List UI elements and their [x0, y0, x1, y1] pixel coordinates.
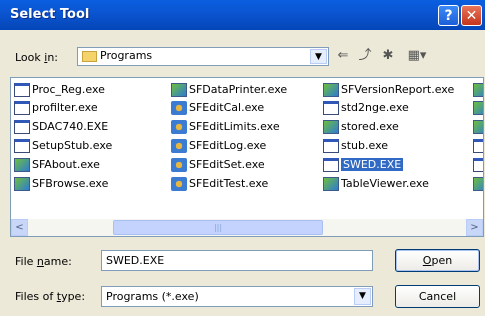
filename-value: SWED.EXE — [106, 254, 165, 267]
filename-label: File name: — [15, 255, 72, 268]
list-item-partial[interactable] — [473, 118, 483, 136]
chevron-down-icon[interactable]: ▼ — [354, 288, 371, 305]
list-item[interactable]: std2nge.exe — [323, 99, 409, 117]
scroll-left-button[interactable]: < — [11, 219, 28, 236]
list-item[interactable]: SetupStub.exe — [14, 137, 112, 155]
up-folder-icon[interactable]: ⤴ — [355, 47, 375, 65]
lookin-combo[interactable]: Programs ▼ — [77, 47, 329, 66]
lookin-value: Programs — [100, 49, 153, 62]
program-icon — [473, 101, 483, 115]
exe-icon — [473, 158, 483, 172]
list-item-partial[interactable] — [473, 81, 483, 99]
list-item[interactable]: SFEditLimits.exe — [171, 118, 280, 136]
list-item[interactable]: SFDataPrinter.exe — [171, 81, 287, 99]
list-item[interactable]: SFVersionReport.exe — [323, 81, 454, 99]
help-button[interactable]: ? — [438, 5, 459, 26]
tool-icon — [171, 158, 187, 172]
tool-icon — [171, 139, 187, 153]
filetype-select[interactable]: Programs (*.exe) ▼ — [101, 286, 373, 307]
list-item[interactable]: SFEditCal.exe — [171, 99, 264, 117]
open-button[interactable]: Open — [395, 249, 480, 272]
exe-icon — [323, 158, 339, 172]
window-title: Select Tool — [10, 7, 90, 22]
list-item[interactable]: SFBrowse.exe — [14, 175, 108, 193]
folder-icon — [82, 51, 97, 62]
exe-icon — [323, 139, 339, 153]
exe-icon — [14, 83, 30, 97]
list-item-partial[interactable] — [473, 175, 483, 193]
report-icon — [323, 83, 339, 97]
chevron-down-icon[interactable]: ▼ — [310, 49, 327, 64]
program-icon — [323, 120, 339, 134]
exe-icon — [14, 101, 30, 115]
list-item-partial[interactable] — [473, 156, 483, 174]
exe-icon — [14, 120, 30, 134]
list-item[interactable]: profilter.exe — [14, 99, 98, 117]
program-icon — [14, 177, 30, 191]
scroll-right-button[interactable]: > — [466, 219, 483, 236]
viewer-icon — [323, 177, 339, 191]
list-item[interactable]: stored.exe — [323, 118, 399, 136]
list-item[interactable]: Proc_Reg.exe — [14, 81, 105, 99]
exe-icon — [14, 139, 30, 153]
list-item[interactable]: SFEditTest.exe — [171, 175, 268, 193]
close-button[interactable]: ✕ — [461, 5, 482, 26]
list-item[interactable]: stub.exe — [323, 137, 388, 155]
cancel-button[interactable]: Cancel — [395, 285, 480, 308]
list-item[interactable]: SFAbout.exe — [14, 156, 100, 174]
program-icon — [14, 158, 30, 172]
new-folder-icon[interactable]: ✱ — [378, 47, 398, 65]
list-item-partial[interactable] — [473, 99, 483, 117]
exe-icon — [323, 101, 339, 115]
program-icon — [473, 120, 483, 134]
program-icon — [473, 177, 483, 191]
list-item[interactable]: SFEditLog.exe — [171, 137, 266, 155]
list-item-partial[interactable] — [473, 137, 483, 155]
printer-icon — [171, 83, 187, 97]
lookin-label: Look in: — [15, 51, 59, 64]
list-item[interactable]: SFEditSet.exe — [171, 156, 265, 174]
title-bar: Select Tool ? ✕ — [0, 0, 485, 30]
filetype-label: Files of type: — [15, 290, 86, 303]
scroll-thumb[interactable]: ||| — [113, 220, 323, 235]
tool-icon — [171, 120, 187, 134]
filetype-value: Programs (*.exe) — [106, 290, 199, 303]
filename-input[interactable]: SWED.EXE — [101, 250, 373, 271]
view-menu-icon[interactable]: ▦▾ — [403, 47, 431, 65]
back-icon[interactable]: ⇐ — [333, 47, 353, 65]
program-icon — [473, 83, 483, 97]
tool-icon — [171, 177, 187, 191]
list-item[interactable]: TableViewer.exe — [323, 175, 429, 193]
exe-icon — [473, 139, 483, 153]
tool-icon — [171, 101, 187, 115]
list-item[interactable]: SDAC740.EXE — [14, 118, 108, 136]
horizontal-scrollbar[interactable]: < ||| > — [11, 219, 483, 236]
file-list[interactable]: Proc_Reg.exe profilter.exe SDAC740.EXE S… — [10, 77, 484, 237]
list-item-selected[interactable]: SWED.EXE — [323, 156, 404, 174]
